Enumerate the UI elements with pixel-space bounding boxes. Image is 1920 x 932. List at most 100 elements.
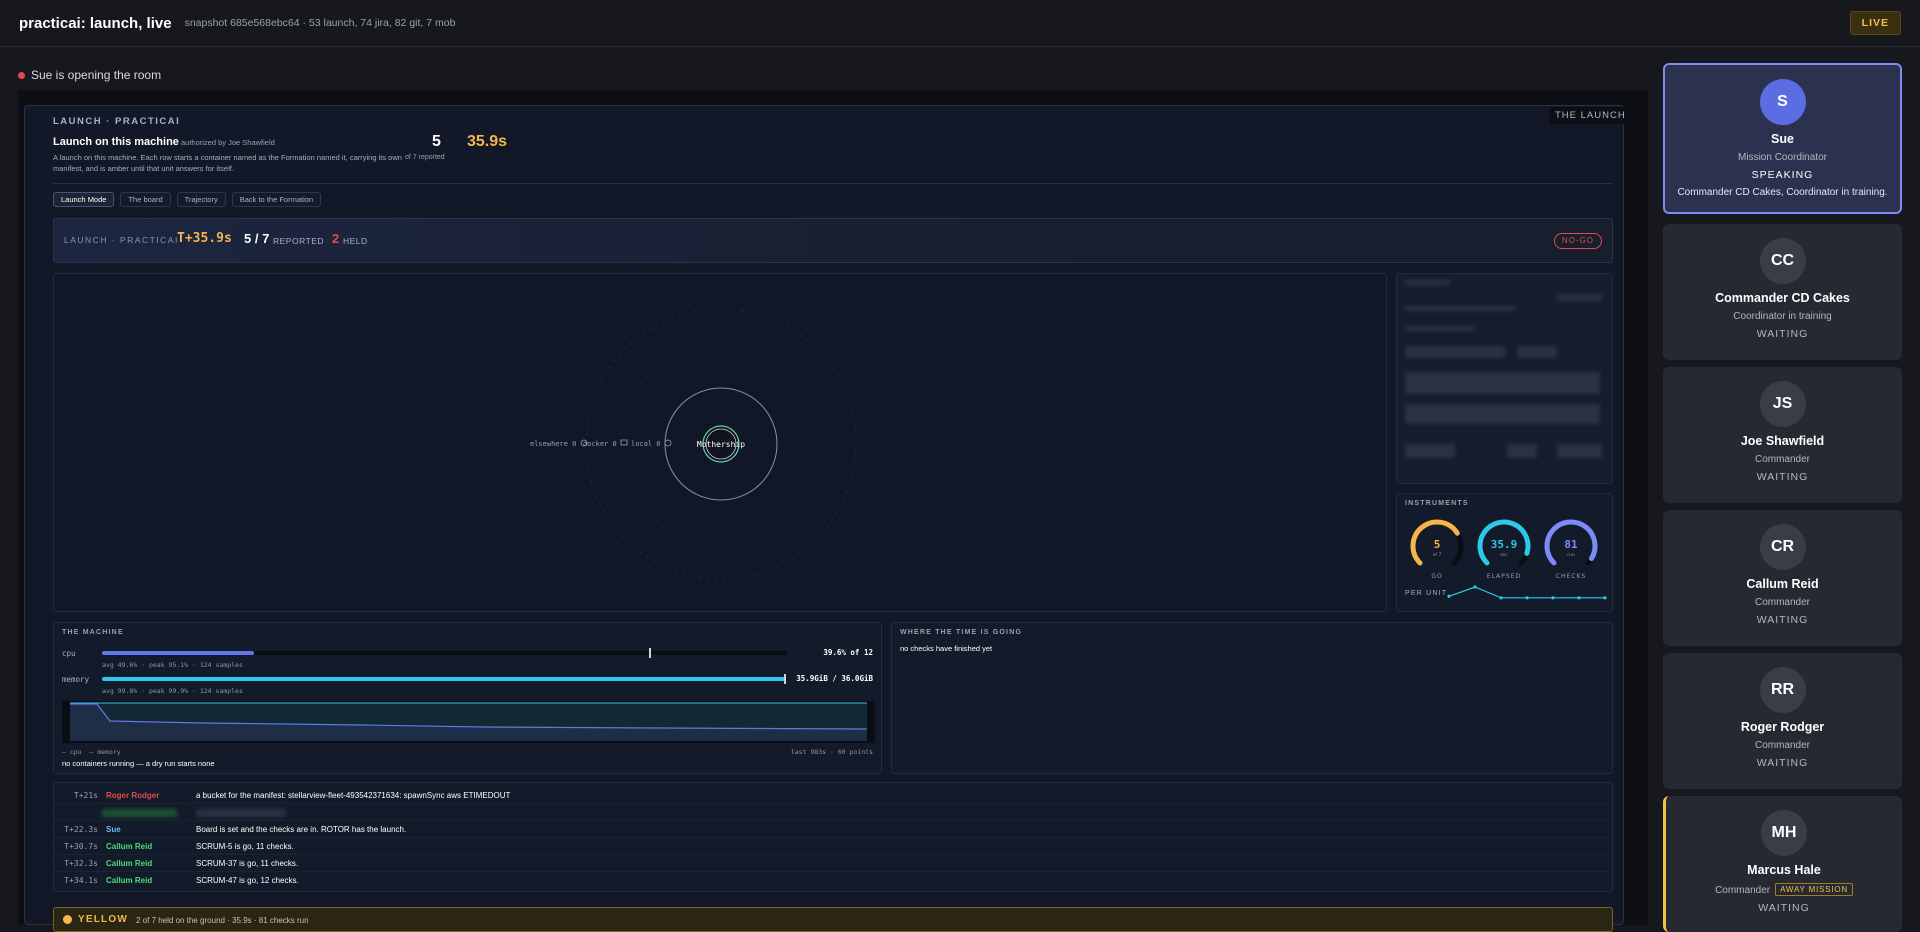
machine-panel: THE MACHINE cpu 39.6% of 12 avg 49.6% · … [53, 622, 882, 774]
roster-role: Commander [1754, 454, 1811, 465]
roster-name: Joe Shawfield [1740, 434, 1825, 448]
gauge-value: 35.9 [1491, 538, 1518, 551]
legend-cpu: — cpu [62, 748, 82, 756]
memory-stats: avg 99.8% · peak 99.9% · 124 samples [102, 687, 243, 695]
avatar: MH [1761, 810, 1807, 856]
machine-note: no containers running — a dry run starts… [62, 759, 215, 768]
cpu-stats: avg 49.6% · peak 95.1% · 124 samples [102, 661, 243, 669]
roster-role: Mission Coordinator [1738, 152, 1827, 163]
launch-status-bar: LAUNCH · PRACTICAI T+35.9s 5 / 7 REPORTE… [53, 218, 1613, 263]
status-bar-reported: 5 / 7 [244, 231, 270, 246]
memory-reading: 35.9GiB / 36.0GiB [796, 674, 873, 683]
readiness-word: YELLOW [78, 914, 128, 925]
log-time: T+32.3s [64, 859, 98, 868]
launch-log[interactable]: T+21s Roger Rodger a bucket for the mani… [53, 782, 1614, 892]
avatar: JS [1759, 381, 1806, 427]
panel-corner-tag: THE LAUNCH [1549, 107, 1632, 124]
launch-description: A launch on this machine. Each row start… [53, 153, 402, 173]
status-dot-icon [18, 71, 25, 79]
roster-name: Callum Reid [1746, 577, 1819, 591]
app-title: practicai: launch, live [19, 14, 172, 32]
docker-icon [620, 439, 628, 446]
avatar: CR [1759, 524, 1806, 570]
per-unit-line [1448, 586, 1605, 599]
tab-back-to-formation[interactable]: Back to the Formation [231, 192, 322, 207]
machine-label: THE MACHINE [62, 629, 124, 636]
log-time: T+34.1s [64, 876, 98, 885]
roster-name: Commander CD Cakes [1715, 291, 1850, 305]
roster-card-joe-shawfield[interactable]: JS Joe Shawfield Commander WAITING [1663, 367, 1902, 503]
launch-tabs: Launch Mode The board Trajectory Back to… [53, 192, 322, 207]
orbit-view[interactable]: Mothership elsewhere 0 docker 0 local 0 [53, 273, 1387, 612]
snapshot-info: snapshot 685e568ebc64 · 53 launch, 74 ji… [184, 17, 456, 29]
launch-title: Launch on this machine [53, 136, 179, 148]
per-unit-point [1603, 596, 1607, 600]
log-time: T+22.3s [64, 825, 98, 834]
per-unit-point [1447, 594, 1451, 598]
roster-card-roger-rodger[interactable]: RR Roger Rodger Commander WAITING [1663, 653, 1902, 789]
cpu-label: cpu [62, 649, 76, 658]
roster-card-commander-cd-cakes[interactable]: CC Commander CD Cakes Coordinator in tra… [1663, 224, 1902, 360]
orbit-canvas: Mothership elsewhere 0 docker 0 local 0 [530, 308, 857, 580]
tab-the-board[interactable]: The board [120, 192, 171, 207]
roster-card-marcus-hale[interactable]: MH Marcus Hale Commander AWAY MISSION WAI… [1663, 796, 1902, 932]
roster-status: WAITING [1756, 471, 1809, 483]
memory-fill [102, 677, 785, 681]
log-author: Sue [106, 825, 121, 834]
readiness-detail: 2 of 7 held on the ground · 35.9s · 81 c… [136, 916, 309, 925]
cpu-peak-marker [649, 648, 651, 658]
log-author: Callum Reid [106, 876, 153, 885]
log-time: T+30.7s [64, 842, 98, 851]
history-window: last 983s · 60 points [790, 748, 873, 756]
readiness-banner: YELLOW 2 of 7 held on the ground · 35.9s… [53, 907, 1613, 932]
launch-authorized: authorized by Joe Shawfield [181, 138, 275, 147]
roster-name: Sue [1771, 132, 1794, 146]
per-unit-point [1473, 585, 1477, 589]
roster-card-sue[interactable]: S Sue Mission Coordinator SPEAKING Comma… [1663, 63, 1902, 214]
memory-label: memory [62, 675, 90, 684]
tab-trajectory[interactable]: Trajectory [176, 192, 226, 207]
roster-role: Coordinator in training [1733, 311, 1832, 322]
elapsed-time: 35.9s [467, 133, 508, 150]
ring-label-local: local 0 [631, 440, 661, 448]
cpu-fill [102, 651, 254, 655]
ring-label-elsewhere: elsewhere 0 [530, 440, 576, 448]
roster-name: Marcus Hale [1747, 863, 1821, 877]
ring-label-docker: docker 0 [583, 440, 617, 448]
roster-name: Roger Rodger [1740, 720, 1825, 734]
roster-card-callum-reid[interactable]: CR Callum Reid Commander WAITING [1663, 510, 1902, 646]
header-divider [53, 183, 1613, 184]
gauge-sub: sec [1500, 553, 1508, 558]
log-time: T+21s [73, 791, 98, 800]
log-author: Callum Reid [106, 842, 153, 851]
where-time-panel: WHERE THE TIME IS GOING no checks have f… [891, 622, 1613, 774]
roster-status: WAITING [1756, 614, 1809, 626]
top-bar: practicai: launch, live snapshot 685e568… [0, 0, 1920, 47]
per-unit-point [1499, 596, 1503, 600]
per-unit-label: PER UNIT [1405, 590, 1448, 597]
per-unit-point [1577, 596, 1581, 600]
status-bar-kicker: LAUNCH · PRACTICAI [64, 235, 179, 245]
reported-count: 5 [432, 133, 441, 150]
gauge-value: 5 [1434, 538, 1441, 551]
status-bar-held: 2 [332, 231, 340, 246]
tab-launch-mode[interactable]: Launch Mode [53, 192, 115, 207]
roster-role: Commander [1754, 740, 1811, 751]
memory-track [102, 674, 787, 684]
log-row: T+21s Roger Rodger a bucket for the mani… [54, 787, 1614, 804]
gauge-label: CHECKS [1556, 573, 1586, 580]
roster-status: WAITING [1758, 902, 1810, 914]
log-row: T+34.1s Callum Reid SCRUM-47 is go, 12 c… [54, 872, 1614, 889]
log-message: SCRUM-5 is go, 11 checks. [196, 842, 294, 851]
avatar: S [1759, 79, 1806, 125]
avatar: CC [1759, 238, 1806, 284]
instruments-panel: INSTRUMENTS 5 of 7 GO 35.9 sec ELAPSED 81 run CH… [1396, 493, 1613, 612]
avatar: RR [1759, 667, 1806, 713]
status-bar-t-plus: T+35.9s [177, 231, 232, 246]
machine-history-chart [62, 701, 875, 743]
status-bar-reported-label: REPORTED [273, 236, 325, 246]
room-status: Sue is opening the room [18, 68, 161, 82]
roster-status: SPEAKING [1751, 169, 1814, 181]
roster-role: Commander [1715, 885, 1771, 896]
mothership-label: Mothership [697, 440, 745, 449]
